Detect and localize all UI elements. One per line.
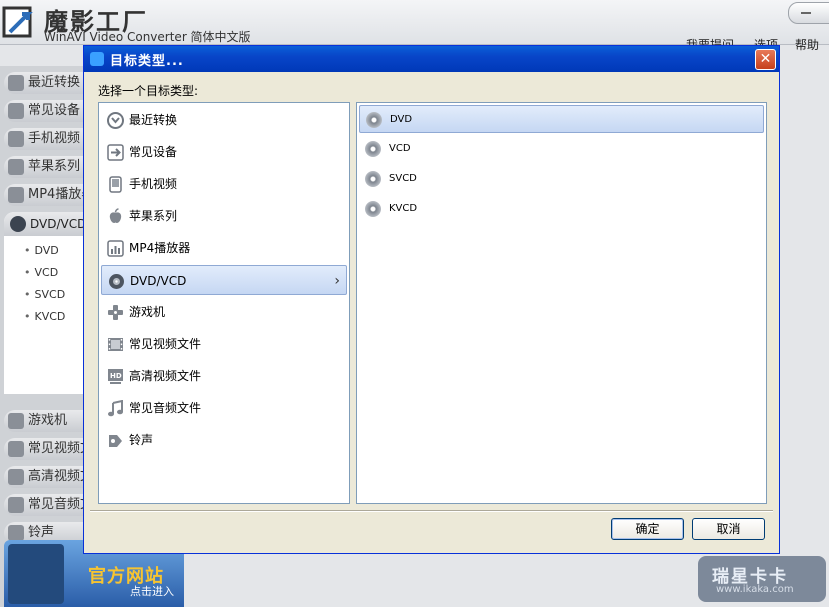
music-note-icon: [108, 400, 123, 417]
sidebar-item-phone[interactable]: 手机视频: [4, 128, 90, 150]
sidebar-item-hd[interactable]: 高清视频文件: [4, 466, 90, 488]
category-recent[interactable]: 最近转换: [101, 105, 347, 135]
banner-image: [8, 544, 64, 604]
category-list: 最近转换 常见设备 手机视频 苹果系列 MP4播放器 DVD/VCD › 游戏机: [98, 102, 350, 504]
category-phone[interactable]: 手机视频: [101, 169, 347, 199]
logo-icon: [2, 6, 33, 38]
watermark-url: www.ikaka.com: [716, 584, 794, 595]
ok-button[interactable]: 确定: [611, 518, 684, 540]
hd-icon: [8, 469, 24, 485]
format-dvd[interactable]: DVD: [359, 105, 764, 133]
sidebar-sub-svcd[interactable]: SVCD: [24, 288, 66, 301]
cancel-button[interactable]: 取消: [692, 518, 765, 540]
disc-icon: [10, 216, 26, 232]
film-icon: [8, 441, 24, 457]
apple-icon: [109, 208, 122, 223]
sidebar-item-mp4[interactable]: MP4播放器: [4, 184, 90, 206]
disc-icon: [109, 274, 124, 289]
format-list: DVD VCD SVCD KVCD: [356, 102, 767, 504]
category-ringtone[interactable]: 铃声: [101, 425, 347, 455]
dialog-title: 目标类型...: [110, 54, 184, 69]
arrow-right-icon: [107, 144, 124, 161]
menu-help[interactable]: 帮助: [795, 36, 819, 53]
sidebar-sub-dvd[interactable]: DVD: [24, 244, 59, 257]
category-hd[interactable]: HD 高清视频文件: [101, 361, 347, 391]
sidebar-item-recent[interactable]: 最近转换: [4, 72, 90, 94]
disc-icon: [366, 112, 382, 128]
disc-icon: [365, 201, 381, 217]
sidebar-item-video[interactable]: 常见视频文件: [4, 438, 90, 460]
divider: [90, 510, 773, 512]
mp4-player-icon: [107, 240, 124, 257]
banner-subtitle: 点击进入: [130, 585, 174, 598]
apple-icon: [8, 159, 24, 175]
minimize-button[interactable]: [788, 2, 829, 24]
gamepad-icon: [8, 413, 24, 429]
chevron-right-icon: ›: [334, 273, 340, 289]
gamepad-icon: [108, 305, 123, 320]
app-icon: [90, 52, 104, 66]
minimize-icon: [801, 12, 811, 14]
category-console[interactable]: 游戏机: [101, 297, 347, 327]
format-kvcd[interactable]: KVCD: [359, 195, 764, 223]
disc-icon: [365, 141, 381, 157]
sidebar-item-devices[interactable]: 常见设备: [4, 100, 90, 122]
app-subtitle: WinAVI Video Converter 简体中文版: [44, 30, 251, 44]
sidebar-group-header[interactable]: DVD/VCD: [4, 212, 90, 236]
dialog-titlebar[interactable]: 目标类型... ✕: [84, 46, 779, 72]
svg-text:HD: HD: [110, 372, 122, 380]
sidebar-group-dvd: DVD/VCD DVD VCD SVCD KVCD: [4, 212, 90, 394]
disc-icon: [365, 171, 381, 187]
category-video[interactable]: 常见视频文件: [101, 329, 347, 359]
close-button[interactable]: ✕: [755, 49, 776, 70]
sidebar-item-console[interactable]: 游戏机: [4, 410, 90, 432]
clock-icon: [107, 112, 124, 129]
bell-icon: [109, 435, 122, 447]
phone-icon: [8, 131, 24, 147]
music-note-icon: [8, 497, 24, 513]
category-dvd-vcd[interactable]: DVD/VCD ›: [101, 265, 347, 295]
category-devices[interactable]: 常见设备: [101, 137, 347, 167]
arrow-right-icon: [8, 103, 24, 119]
category-mp4[interactable]: MP4播放器: [101, 233, 347, 263]
mp4-player-icon: [8, 187, 24, 203]
film-icon: [108, 338, 123, 351]
sidebar-sub-kvcd[interactable]: KVCD: [24, 310, 66, 323]
sidebar-item-apple[interactable]: 苹果系列: [4, 156, 90, 178]
format-svcd[interactable]: SVCD: [359, 165, 764, 193]
target-type-dialog: 目标类型... ✕ 选择一个目标类型: 最近转换 常见设备 手机视频 苹果系列 …: [83, 45, 780, 554]
watermark: 瑞星卡卡 www.ikaka.com: [698, 556, 826, 602]
hd-icon: HD: [108, 369, 123, 384]
dialog-prompt: 选择一个目标类型:: [98, 84, 199, 98]
clock-icon: [8, 75, 24, 91]
phone-icon: [109, 176, 122, 193]
category-apple[interactable]: 苹果系列: [101, 201, 347, 231]
format-vcd[interactable]: VCD: [359, 135, 764, 163]
sidebar-sub-vcd[interactable]: VCD: [24, 266, 59, 279]
category-audio[interactable]: 常见音频文件: [101, 393, 347, 423]
sidebar-item-audio[interactable]: 常见音频文件: [4, 494, 90, 516]
bell-icon: [8, 525, 24, 541]
